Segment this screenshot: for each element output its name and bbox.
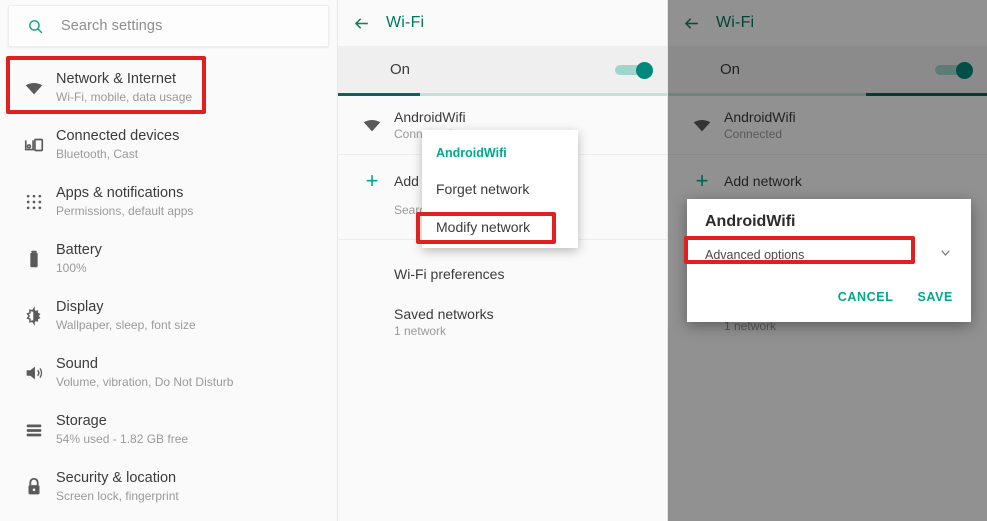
back-arrow-icon[interactable] (352, 14, 386, 33)
toggle-knob (636, 62, 653, 79)
saved-networks-sublabel: 1 network (394, 324, 447, 338)
sidebar-item-security-location[interactable]: Security & location Screen lock, fingerp… (0, 458, 337, 515)
wifi-preferences-row[interactable]: Wi-Fi preferences (338, 250, 667, 298)
saved-networks-label: Saved networks (394, 306, 494, 322)
brightness-icon (12, 305, 56, 327)
wifi-toggle-label: On (390, 61, 411, 78)
volume-icon (12, 362, 56, 384)
cancel-button[interactable]: CANCEL (838, 290, 894, 304)
network-context-menu: AndroidWifi Forget network Modify networ… (422, 130, 578, 248)
advanced-options-field[interactable]: Advanced options (705, 242, 953, 268)
sidebar-item-network-internet[interactable]: Network & Internet Wi-Fi, mobile, data u… (0, 59, 337, 116)
sidebar-item-sublabel: Screen lock, fingerprint (56, 489, 179, 503)
lock-icon (12, 476, 56, 498)
sidebar-item-sublabel: 100% (56, 261, 87, 275)
sidebar-item-sublabel: Bluetooth, Cast (56, 147, 139, 161)
screenshot-root: Search settings Network & Internet Wi-Fi… (0, 0, 987, 521)
sidebar-item-label: Battery (56, 242, 102, 258)
apps-grid-icon (12, 192, 56, 212)
advanced-options-label: Advanced options (705, 248, 805, 262)
wifi-icon (12, 77, 56, 99)
sidebar-item-display[interactable]: Display Wallpaper, sleep, font size (0, 287, 337, 344)
wifi-icon (350, 114, 394, 136)
storage-icon (12, 419, 56, 441)
saved-networks-row[interactable]: Saved networks 1 network (338, 298, 667, 346)
sidebar-item-sound[interactable]: Sound Volume, vibration, Do Not Disturb (0, 344, 337, 401)
dialog-title: AndroidWifi (705, 213, 796, 230)
wifi-preferences-label: Wi-Fi preferences (394, 266, 505, 282)
search-icon (9, 18, 61, 35)
sidebar-item-storage[interactable]: Storage 54% used - 1.82 GB free (0, 401, 337, 458)
sidebar-item-label: Connected devices (56, 128, 180, 144)
progress-fill (338, 93, 421, 96)
sidebar-item-sublabel: Permissions, default apps (56, 204, 194, 218)
wifi-header: Wi-Fi (338, 0, 667, 46)
settings-panel: Search settings Network & Internet Wi-Fi… (0, 0, 337, 521)
dialog-actions: CANCEL SAVE (705, 268, 953, 316)
wifi-toggle-switch[interactable] (615, 62, 653, 79)
cast-devices-icon (12, 134, 56, 156)
modify-network-dialog: AndroidWifi Advanced options CANCEL SAVE (687, 199, 971, 322)
sidebar-item-label: Display (56, 299, 104, 315)
sidebar-item-sublabel: Volume, vibration, Do Not Disturb (56, 375, 234, 389)
sidebar-item-sublabel: Wi-Fi, mobile, data usage (56, 90, 193, 104)
sidebar-item-label: Sound (56, 356, 98, 372)
sidebar-item-connected-devices[interactable]: Connected devices Bluetooth, Cast (0, 116, 337, 173)
sidebar-item-sublabel: 54% used - 1.82 GB free (56, 432, 189, 446)
sidebar-item-apps-notifications[interactable]: Apps & notifications Permissions, defaul… (0, 173, 337, 230)
sidebar-item-label: Apps & notifications (56, 185, 184, 201)
wifi-menu-panel: Wi-Fi On AndroidWifi Connected + Add net… (337, 0, 668, 521)
search-input-placeholder[interactable]: Search settings (61, 18, 162, 34)
sidebar-item-sublabel: Wallpaper, sleep, font size (56, 318, 196, 332)
sidebar-item-label: Network & Internet (56, 71, 177, 87)
loading-progress-bar (338, 93, 667, 96)
page-title: Wi-Fi (386, 14, 425, 31)
context-menu-item-modify-network[interactable]: Modify network (422, 208, 578, 246)
sidebar-item-label: Security & location (56, 470, 177, 486)
plus-icon: + (365, 168, 379, 193)
battery-icon (12, 248, 56, 270)
chevron-down-icon[interactable] (938, 245, 953, 265)
sidebar-item-battery[interactable]: Battery 100% (0, 230, 337, 287)
settings-list: Network & Internet Wi-Fi, mobile, data u… (0, 59, 337, 515)
wifi-toggle-row[interactable]: On (338, 46, 667, 93)
search-bar[interactable]: Search settings (8, 5, 329, 47)
sidebar-item-label: Storage (56, 413, 107, 429)
context-menu-header: AndroidWifi (436, 146, 507, 160)
wifi-dialog-panel: Wi-Fi On AndroidWifi Connected + Add net… (668, 0, 987, 521)
save-button[interactable]: SAVE (917, 290, 953, 304)
network-name: AndroidWifi (394, 109, 466, 125)
context-menu-item-forget-network[interactable]: Forget network (422, 170, 578, 208)
